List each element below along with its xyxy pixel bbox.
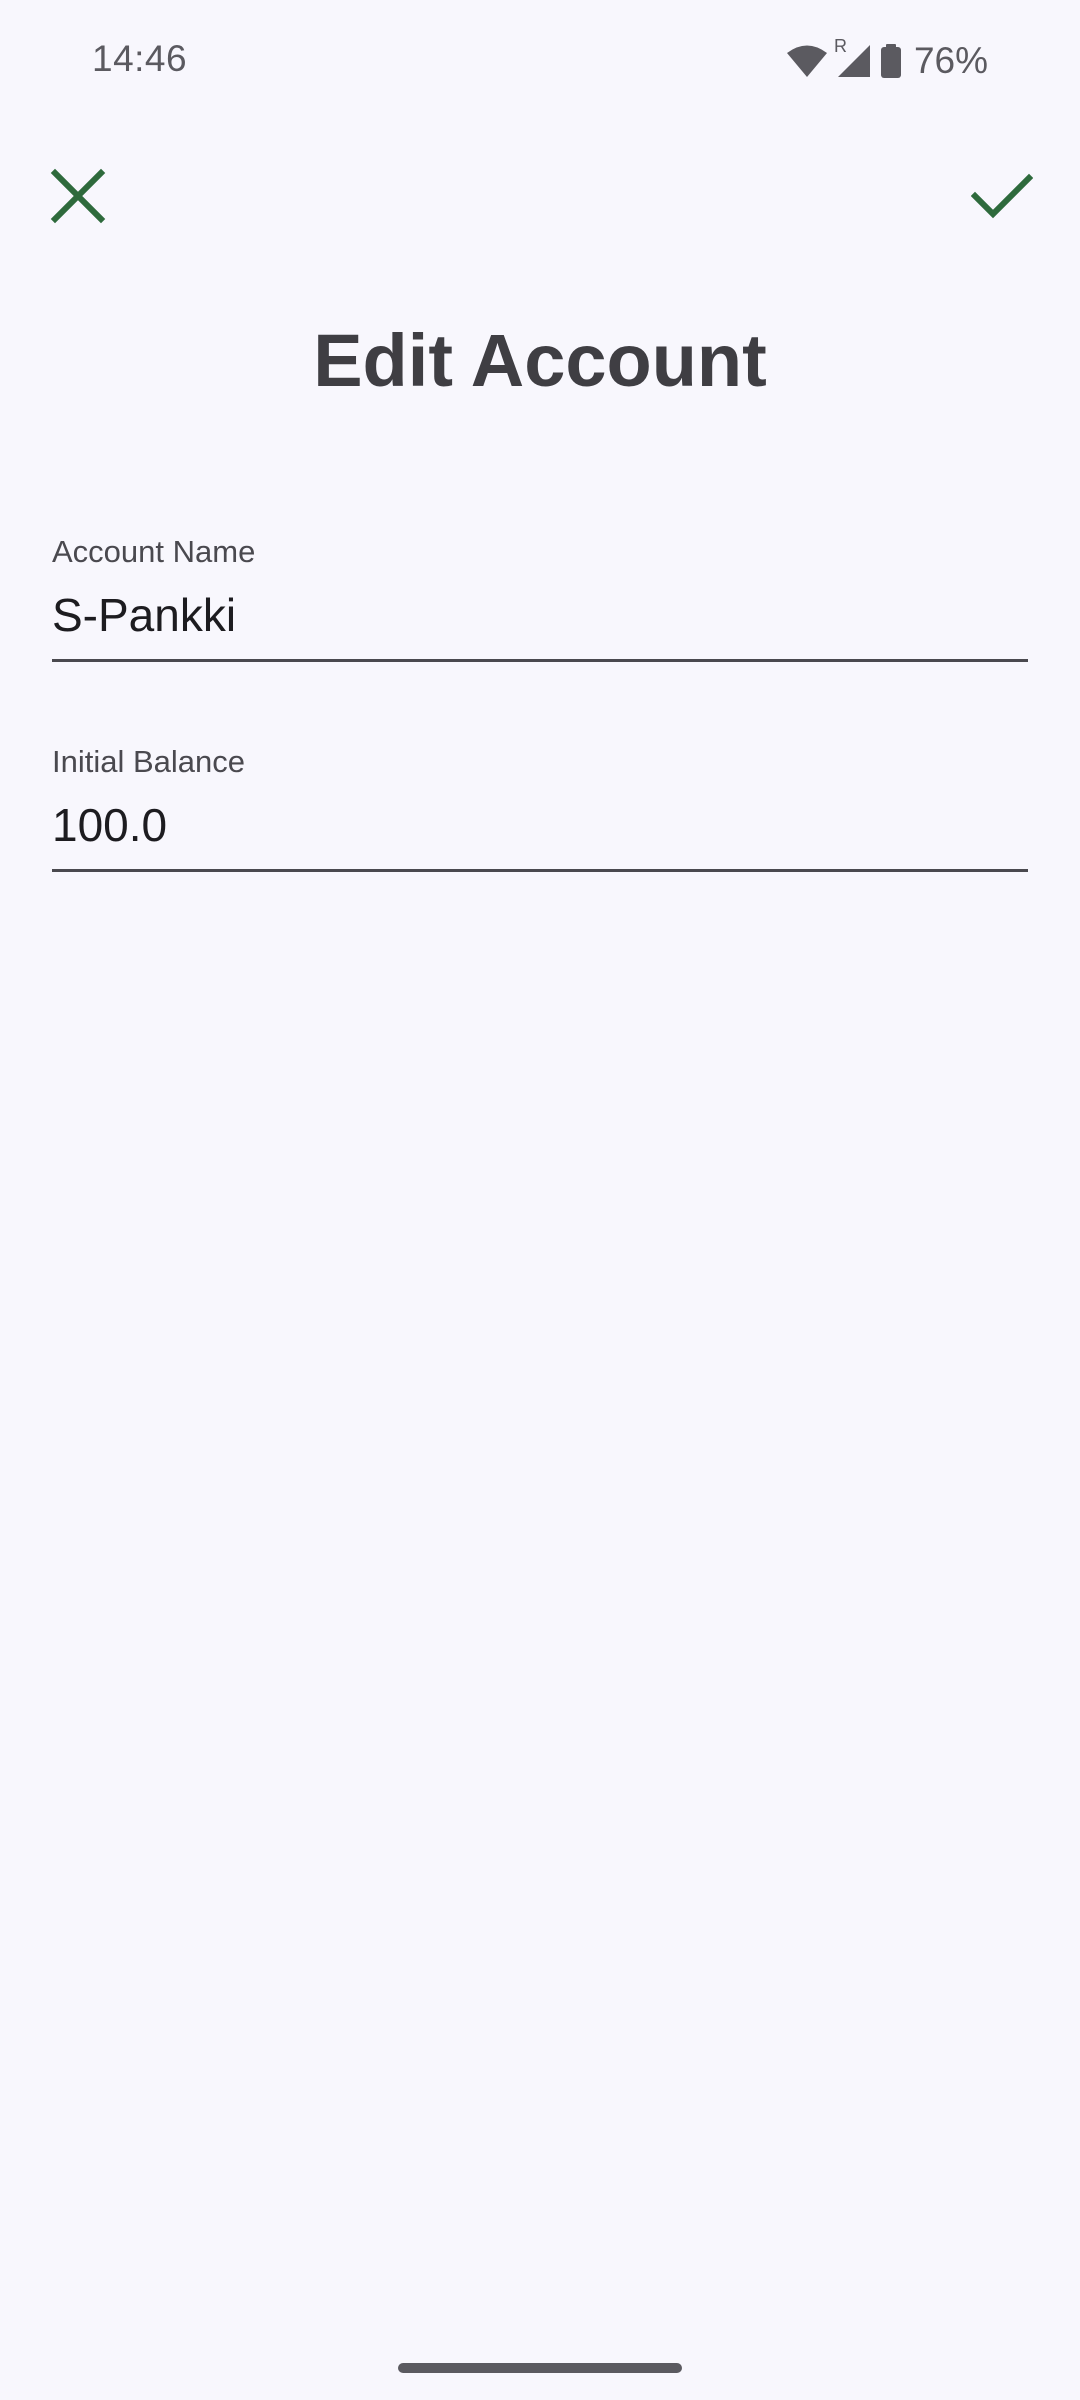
- close-button[interactable]: [30, 150, 126, 246]
- battery-icon: [880, 44, 902, 78]
- check-icon: [970, 171, 1034, 226]
- close-icon: [50, 168, 106, 229]
- account-name-label: Account Name: [52, 534, 256, 569]
- initial-balance-field: Initial Balance: [52, 740, 1028, 872]
- battery-percent: 76%: [913, 40, 988, 81]
- account-name-field: Account Name: [52, 530, 1028, 662]
- initial-balance-input[interactable]: [52, 784, 1028, 872]
- save-button[interactable]: [954, 150, 1050, 246]
- status-icons: R 76%: [786, 36, 988, 84]
- initial-balance-label: Initial Balance: [52, 744, 246, 779]
- account-name-input[interactable]: [52, 574, 1028, 662]
- status-time: 14:46: [92, 38, 188, 79]
- wifi-icon: [786, 44, 828, 78]
- roaming-indicator: R: [833, 36, 847, 56]
- home-indicator[interactable]: [398, 2363, 682, 2373]
- signal-icon: R: [834, 36, 872, 78]
- status-bar: 14:46 R 76%: [0, 0, 1080, 120]
- page-title: Edit Account: [313, 319, 767, 402]
